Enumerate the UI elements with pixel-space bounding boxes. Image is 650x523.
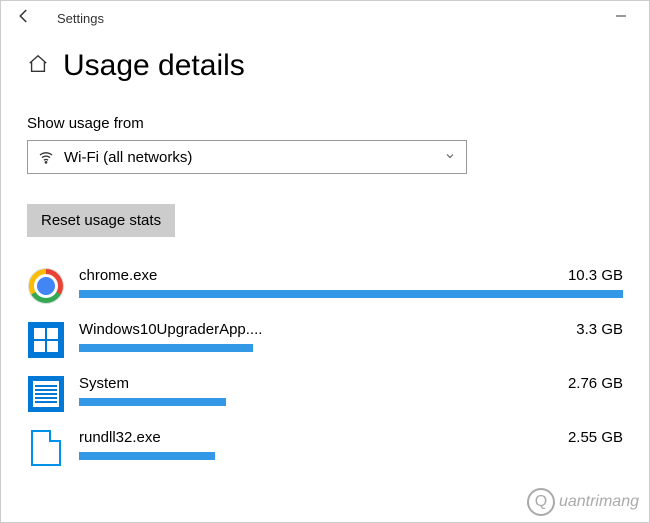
app-info: rundll32.exe 2.55 GB [79,429,623,460]
back-button[interactable] [9,7,39,30]
system-icon [27,375,65,413]
usage-source-dropdown[interactable]: Wi-Fi (all networks) [27,140,467,174]
app-name: chrome.exe [79,267,157,284]
app-usage: 3.3 GB [576,321,623,338]
dropdown-value: Wi-Fi (all networks) [64,149,434,166]
app-name: rundll32.exe [79,429,161,446]
app-name: System [79,375,129,392]
app-info: System 2.76 GB [79,375,623,406]
filter-label: Show usage from [27,115,623,132]
app-row: rundll32.exe 2.55 GB [27,429,623,467]
usage-bar [79,290,623,298]
app-row: chrome.exe 10.3 GB [27,267,623,305]
watermark: Q uantrimang [527,488,639,516]
app-usage: 2.55 GB [568,429,623,446]
file-icon [27,429,65,467]
chevron-down-icon [444,150,456,165]
usage-bar [79,452,215,460]
app-info: Windows10UpgraderApp.... 3.3 GB [79,321,623,352]
minimize-button[interactable] [601,9,641,27]
chrome-icon [27,267,65,305]
reset-usage-button[interactable]: Reset usage stats [27,204,175,237]
page-title: Usage details [63,49,245,83]
app-usage: 2.76 GB [568,375,623,392]
app-row: Windows10UpgraderApp.... 3.3 GB [27,321,623,359]
windows-icon [27,321,65,359]
app-name: Windows10UpgraderApp.... [79,321,262,338]
usage-bar [79,398,226,406]
app-list: chrome.exe 10.3 GB Windows10UpgraderApp...… [27,267,623,467]
app-info: chrome.exe 10.3 GB [79,267,623,298]
app-usage: 10.3 GB [568,267,623,284]
app-row: System 2.76 GB [27,375,623,413]
window-title: Settings [57,11,104,26]
home-icon[interactable] [27,53,49,80]
wifi-icon [38,149,54,165]
usage-bar [79,344,253,352]
